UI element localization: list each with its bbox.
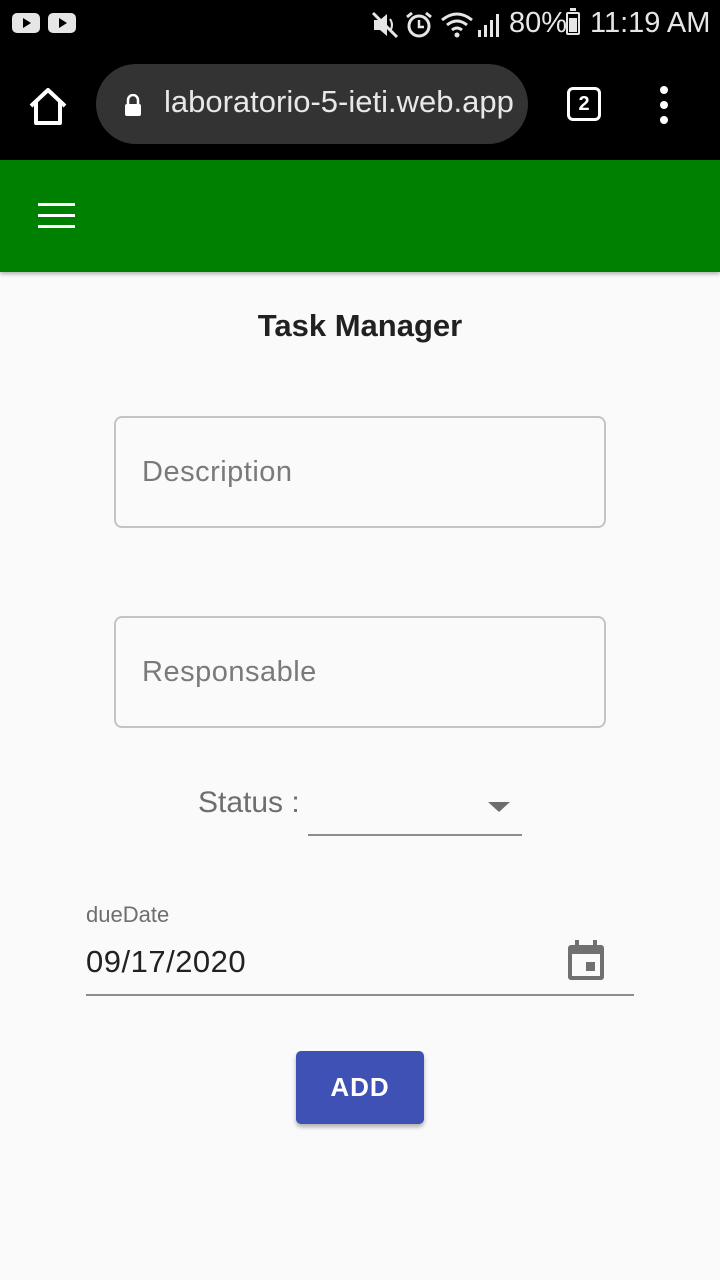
wifi-icon xyxy=(441,12,473,38)
youtube-icon xyxy=(12,13,40,33)
alarm-icon xyxy=(406,11,432,38)
more-vert-icon[interactable] xyxy=(656,86,672,124)
address-bar[interactable]: laboratorio-5-ieti.web.app xyxy=(96,64,528,144)
lock-icon xyxy=(125,94,141,116)
hamburger-menu-icon[interactable] xyxy=(38,203,75,229)
clock: 11:19 AM xyxy=(590,7,711,39)
youtube-icon xyxy=(48,13,76,33)
battery-icon xyxy=(566,8,580,35)
status-select[interactable] xyxy=(308,780,522,836)
status-row: Status : xyxy=(198,780,522,836)
status-bar: 80% 11:19 AM xyxy=(0,0,720,50)
description-input[interactable] xyxy=(116,418,604,526)
responsable-field[interactable] xyxy=(114,616,606,728)
url-text: laboratorio-5-ieti.web.app xyxy=(164,84,514,119)
due-date-value[interactable]: 09/17/2020 xyxy=(86,944,246,980)
status-label: Status : xyxy=(198,786,300,819)
calendar-icon[interactable] xyxy=(566,940,606,982)
browser-toolbar: laboratorio-5-ieti.web.app 2 xyxy=(0,50,720,160)
tab-switcher-button[interactable]: 2 xyxy=(567,87,601,121)
description-field[interactable] xyxy=(114,416,606,528)
mute-icon xyxy=(371,11,399,39)
responsable-input[interactable] xyxy=(116,618,604,726)
due-date-underline xyxy=(86,994,634,996)
chevron-down-icon xyxy=(488,802,510,812)
battery-percent: 80% xyxy=(509,7,568,39)
home-icon[interactable] xyxy=(26,84,70,128)
signal-icon xyxy=(478,14,499,37)
page-title: Task Manager xyxy=(257,308,463,343)
due-date-label: dueDate xyxy=(86,902,170,927)
app-bar xyxy=(0,160,720,272)
add-button[interactable]: ADD xyxy=(296,1051,424,1124)
due-date-field[interactable]: dueDate 09/17/2020 xyxy=(86,900,634,996)
